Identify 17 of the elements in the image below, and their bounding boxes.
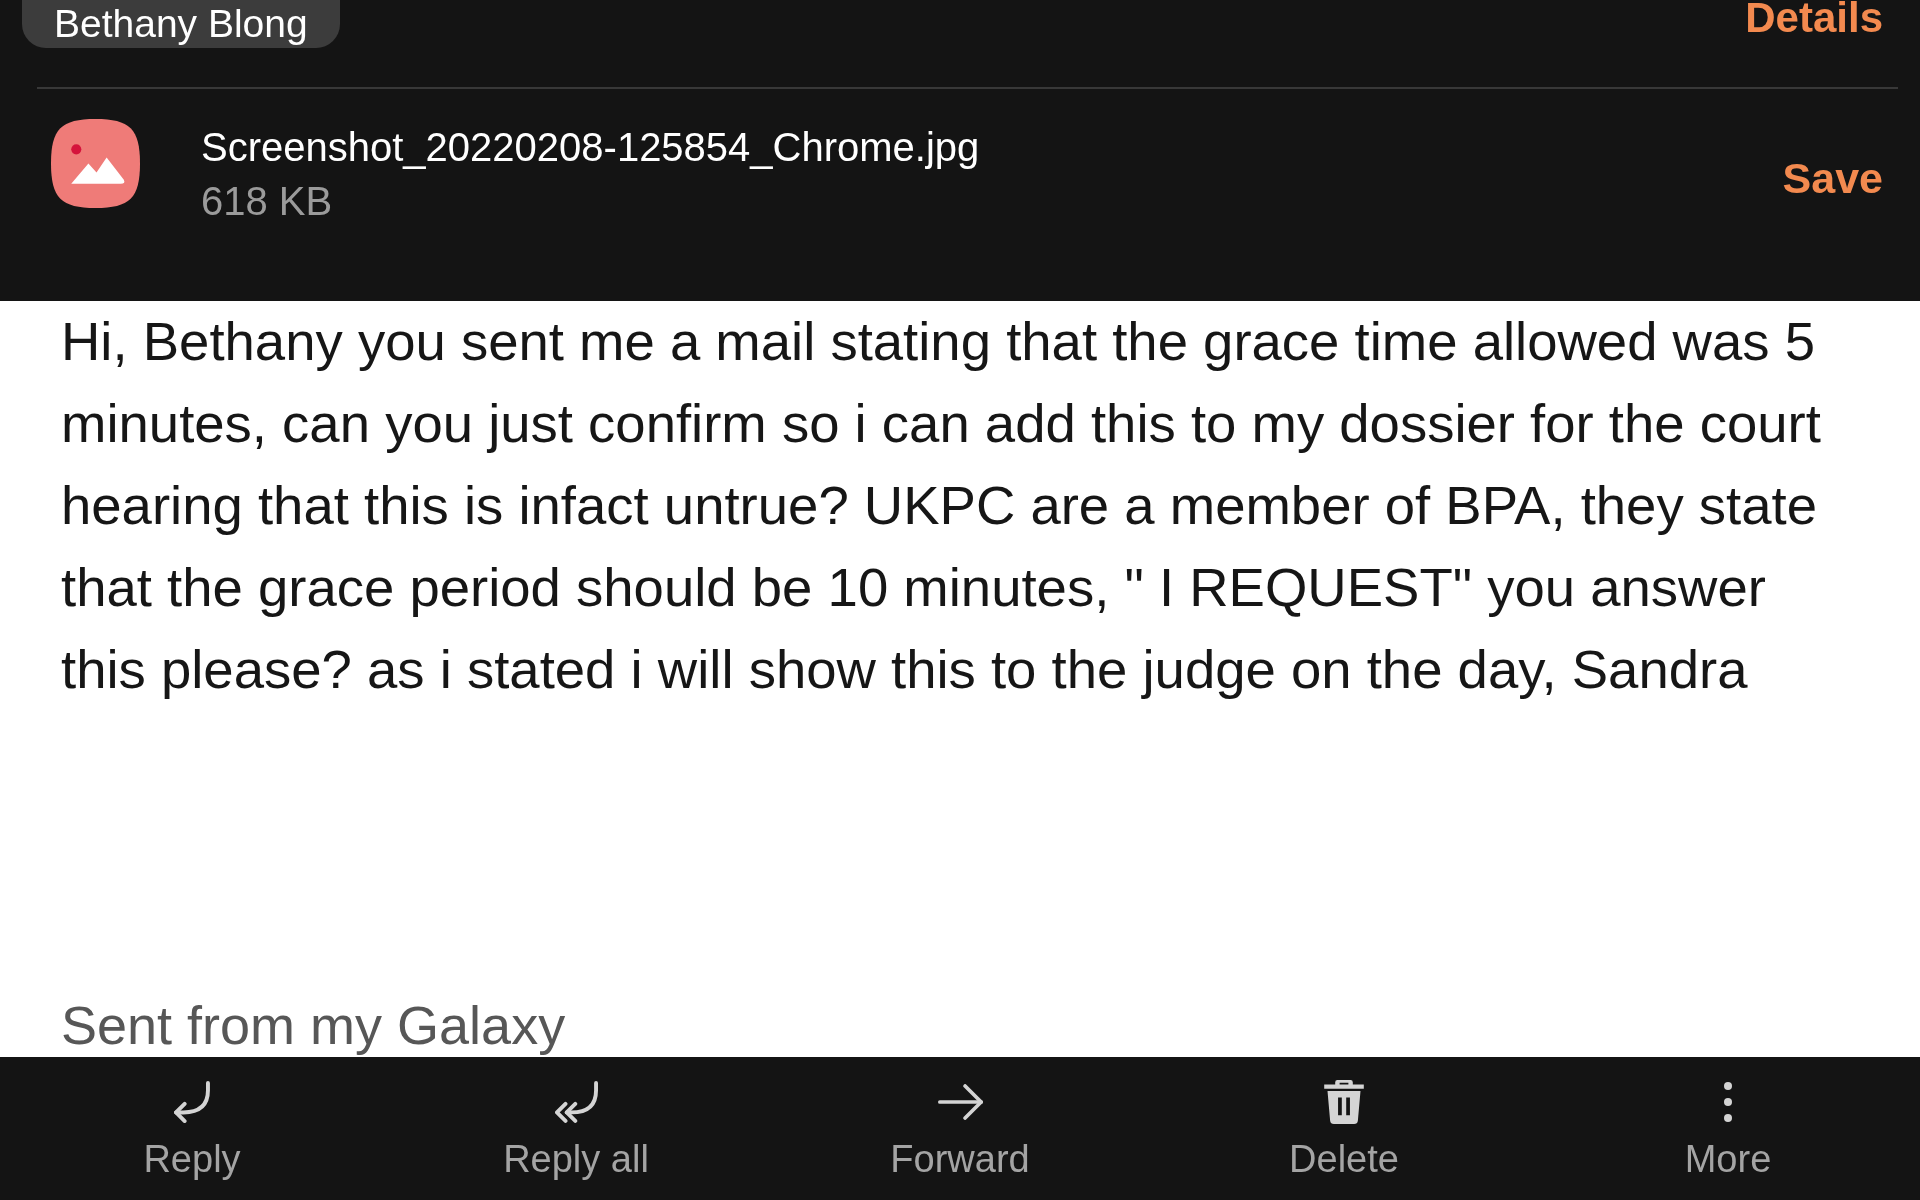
attachment-file-name: Screenshot_20220208-125854_Chrome.jpg [201, 124, 980, 171]
image-file-icon [51, 119, 140, 208]
signature-text: Sent from my Galaxy [61, 994, 566, 1057]
attachment-file-size: 618 KB [201, 178, 333, 225]
more-vertical-icon [1724, 1082, 1732, 1122]
forward-button[interactable]: Forward [768, 1057, 1152, 1200]
reply-arrow-icon [174, 1081, 210, 1123]
reply-all-arrow-icon [554, 1081, 598, 1123]
reply-button[interactable]: Reply [0, 1057, 384, 1200]
delete-button[interactable]: Delete [1152, 1057, 1536, 1200]
trash-icon [1324, 1080, 1364, 1124]
save-button[interactable]: Save [1782, 155, 1883, 201]
sender-chip[interactable]: Bethany Blong [22, 0, 340, 48]
details-link[interactable]: Details [1745, 0, 1883, 40]
message-text: Hi, Bethany you sent me a mail stating that the grace time allowed was 5 minutes, can you just confirm so i can add this to my dossier for the court hearing that this is infact untrue? UKPC are a member of BPA, they state that the grace period should be 10 minutes, " I REQUEST" you answer this please? as i stated i will show this to the judge on the day, Sandra [61, 310, 1822, 702]
reply-all-button[interactable]: Reply all [384, 1057, 768, 1200]
more-button[interactable]: More [1536, 1057, 1920, 1200]
